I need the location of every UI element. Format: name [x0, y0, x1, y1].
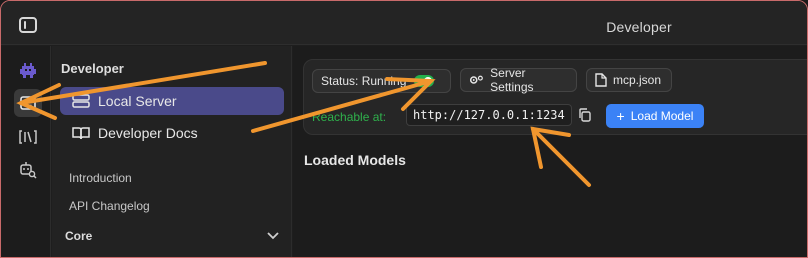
main-content: Status: Running Server Settings mcp.json: [293, 46, 807, 257]
rail-models[interactable]: [14, 123, 42, 151]
sidebar-item-label: Local Server: [98, 93, 177, 109]
plus-icon: +: [616, 108, 625, 124]
sidebar-section-title: Developer: [61, 61, 124, 76]
server-settings-label: Server Settings: [490, 66, 534, 94]
sidebar-link-api-changelog[interactable]: API Changelog: [69, 199, 150, 213]
terminal-icon: [20, 96, 36, 110]
status-label: Status: Running: [321, 74, 407, 88]
title-bar: Developer: [1, 1, 807, 45]
robot-icon: [20, 63, 36, 78]
server-control-panel: Status: Running Server Settings mcp.json: [303, 59, 807, 135]
mcp-json-button[interactable]: mcp.json: [586, 68, 672, 92]
server-status-toggle[interactable]: Status: Running: [312, 69, 451, 93]
sidebar-item-label: Developer Docs: [98, 125, 198, 141]
icon-rail: [1, 46, 51, 257]
robot-search-icon: [20, 162, 37, 179]
sidebar-link-introduction[interactable]: Introduction: [69, 171, 132, 185]
book-bracket-icon: [19, 130, 37, 144]
sidebar-item-developer-docs[interactable]: Developer Docs: [60, 119, 284, 147]
app-window: Developer Developer Local Server Develop…: [0, 0, 808, 258]
gears-icon: [469, 75, 483, 84]
load-model-label: Load Model: [630, 109, 694, 123]
rail-developer[interactable]: [14, 89, 42, 117]
server-url[interactable]: http://127.0.0.1:1234: [406, 104, 572, 126]
server-icon: [72, 93, 90, 109]
rail-chat-robot[interactable]: [14, 57, 42, 85]
toggle-switch[interactable]: [414, 75, 435, 87]
load-model-button[interactable]: + Load Model: [606, 104, 704, 128]
loaded-models-title: Loaded Models: [304, 152, 406, 168]
sidebar: Developer Local Server Developer Docs In…: [52, 46, 292, 257]
book-icon: [72, 125, 90, 141]
mcp-json-label: mcp.json: [613, 73, 662, 87]
chevron-down-icon: [267, 232, 279, 240]
window-title: Developer: [606, 19, 672, 35]
sidebar-group-core[interactable]: Core: [65, 229, 279, 243]
sidebar-item-local-server[interactable]: Local Server: [60, 87, 284, 115]
reachable-label: Reachable at:: [312, 110, 387, 124]
sidebar-group-label: Core: [65, 229, 93, 243]
server-settings-button[interactable]: Server Settings: [460, 66, 577, 94]
copy-icon[interactable]: [578, 108, 592, 122]
file-icon: [595, 73, 607, 87]
rail-discover[interactable]: [14, 156, 42, 184]
